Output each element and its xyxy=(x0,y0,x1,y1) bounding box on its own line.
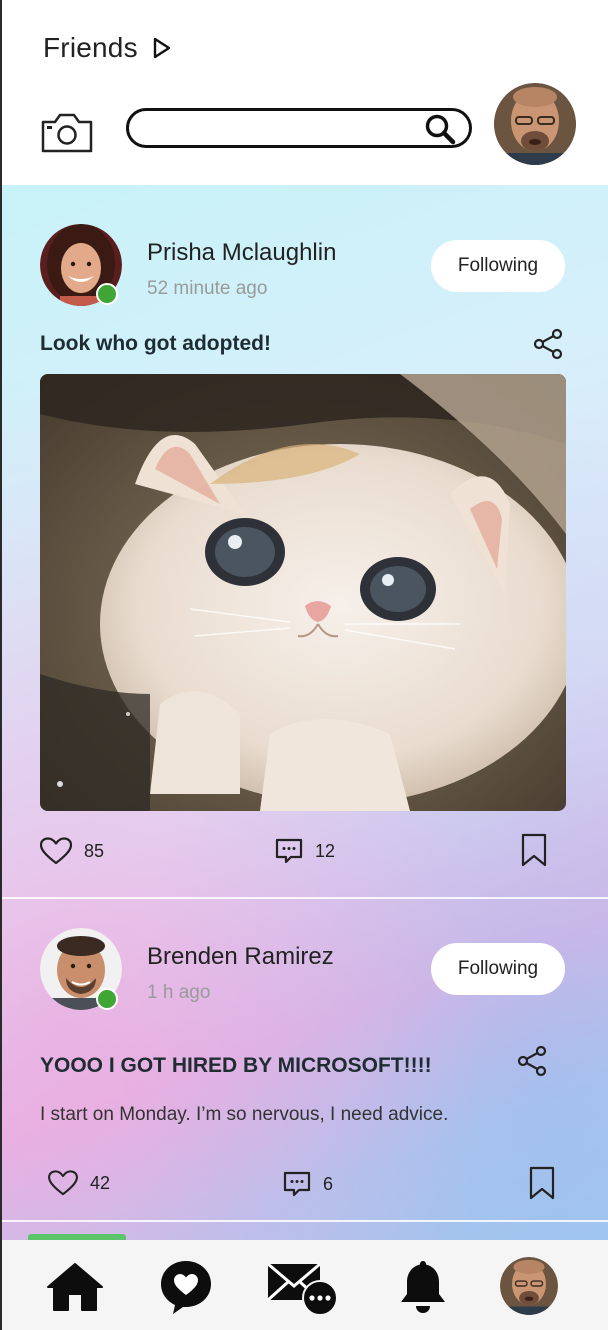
author-name[interactable]: Prisha Mclaughlin xyxy=(147,239,336,267)
following-button[interactable]: Following xyxy=(431,240,565,292)
post-time: 52 minute ago xyxy=(147,278,268,299)
app-frame: Friends Prisha Mclaughlin 52 minute ago … xyxy=(0,0,608,1330)
comment-count: 12 xyxy=(315,840,336,861)
share-icon[interactable] xyxy=(532,328,564,360)
feed[interactable]: Prisha Mclaughlin 52 minute ago Followin… xyxy=(0,185,608,1240)
post-heading: YOOO I GOT HIRED BY MICROSOFT!!!! xyxy=(40,1054,432,1077)
search-bar[interactable] xyxy=(126,108,472,148)
post-card: Prisha Mclaughlin 52 minute ago Followin… xyxy=(0,185,608,897)
camera-icon[interactable] xyxy=(40,110,94,154)
like-count: 42 xyxy=(90,1172,111,1193)
heart-icon xyxy=(40,837,72,865)
post-body: I start on Monday. I’m so nervous, I nee… xyxy=(40,1104,449,1125)
bookmark-icon[interactable] xyxy=(529,1166,555,1200)
like-button[interactable]: 42 xyxy=(48,1170,110,1196)
post-time: 1 h ago xyxy=(147,982,211,1003)
title-row[interactable]: Friends xyxy=(43,32,172,64)
online-status-dot xyxy=(96,988,118,1010)
nav-activity[interactable] xyxy=(155,1258,217,1316)
search-input[interactable] xyxy=(147,116,421,144)
profile-avatar[interactable] xyxy=(494,83,576,165)
like-count: 85 xyxy=(84,840,105,861)
page-title: Friends xyxy=(43,32,138,63)
comment-button[interactable]: 12 xyxy=(275,837,335,865)
bottom-nav xyxy=(0,1240,608,1330)
nav-messages[interactable] xyxy=(266,1258,340,1316)
post-heading: Look who got adopted! xyxy=(40,332,271,355)
nav-notifications[interactable] xyxy=(392,1258,454,1316)
post-divider xyxy=(0,1220,608,1222)
kitten-photo[interactable] xyxy=(40,374,566,811)
bookmark-icon[interactable] xyxy=(521,833,547,867)
author-name[interactable]: Brenden Ramirez xyxy=(147,943,334,971)
share-icon[interactable] xyxy=(516,1045,548,1077)
online-status-dot xyxy=(96,283,118,305)
play-icon[interactable] xyxy=(152,37,172,59)
comment-count: 6 xyxy=(323,1173,334,1194)
comment-button[interactable]: 6 xyxy=(283,1170,333,1198)
profile-avatar[interactable] xyxy=(500,1257,558,1315)
comment-icon xyxy=(275,838,303,864)
comment-icon xyxy=(283,1171,311,1197)
edge-line xyxy=(0,0,2,1330)
messages-icon xyxy=(266,1262,338,1314)
header: Friends xyxy=(0,0,608,185)
bell-icon xyxy=(401,1261,445,1313)
following-button[interactable]: Following xyxy=(431,943,565,995)
search-icon[interactable] xyxy=(423,113,457,145)
heart-chat-icon xyxy=(161,1261,211,1314)
post-card: Brenden Ramirez 1 h ago Following YOOO I… xyxy=(0,898,608,1220)
post-divider xyxy=(0,897,608,899)
home-icon xyxy=(47,1263,103,1311)
heart-icon xyxy=(48,1170,78,1196)
nav-home[interactable] xyxy=(44,1258,106,1316)
like-button[interactable]: 85 xyxy=(40,837,104,865)
